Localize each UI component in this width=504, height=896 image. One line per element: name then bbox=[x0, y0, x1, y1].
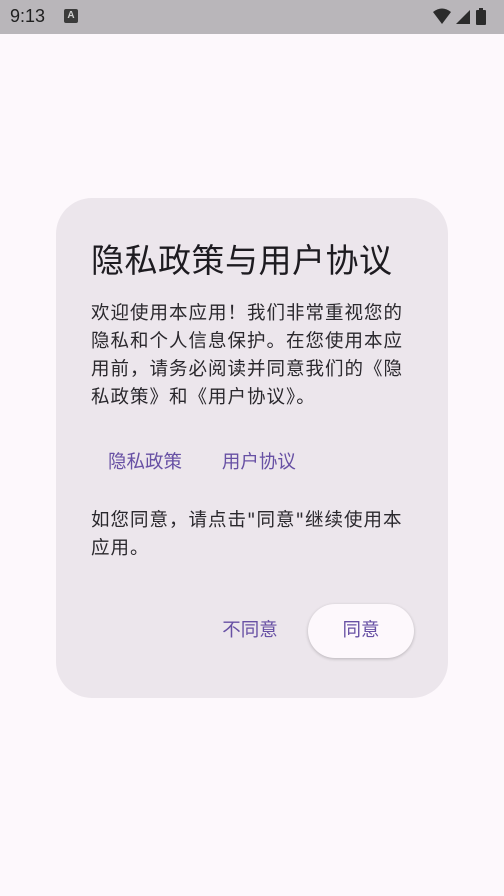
wifi-icon bbox=[433, 8, 451, 24]
cellular-signal-icon bbox=[456, 10, 470, 24]
notification-app-icon: A bbox=[64, 9, 78, 23]
dialog-title: 隐私政策与用户协议 bbox=[91, 241, 393, 280]
dialog-body-text: 欢迎使用本应用！我们非常重视您的隐私和个人信息保护。在您使用本应用前，请务必阅读… bbox=[91, 303, 404, 408]
privacy-dialog: 隐私政策与用户协议 欢迎使用本应用！我们非常重视您的隐私和个人信息保护。在您使用… bbox=[56, 198, 448, 698]
privacy-policy-link[interactable]: 隐私政策 bbox=[108, 448, 182, 474]
battery-icon bbox=[476, 8, 486, 25]
consent-text: 如您同意，请点击"同意"继续使用本应用。 bbox=[91, 510, 403, 559]
agree-button[interactable]: 同意 bbox=[308, 604, 414, 658]
user-agreement-link[interactable]: 用户协议 bbox=[222, 448, 296, 474]
status-time: 9:13 bbox=[10, 6, 46, 26]
disagree-button[interactable]: 不同意 bbox=[213, 604, 287, 658]
status-bar: 9:13 A bbox=[0, 0, 504, 34]
status-icons bbox=[433, 8, 486, 25]
policy-links: 隐私政策 用户协议 bbox=[108, 448, 296, 474]
